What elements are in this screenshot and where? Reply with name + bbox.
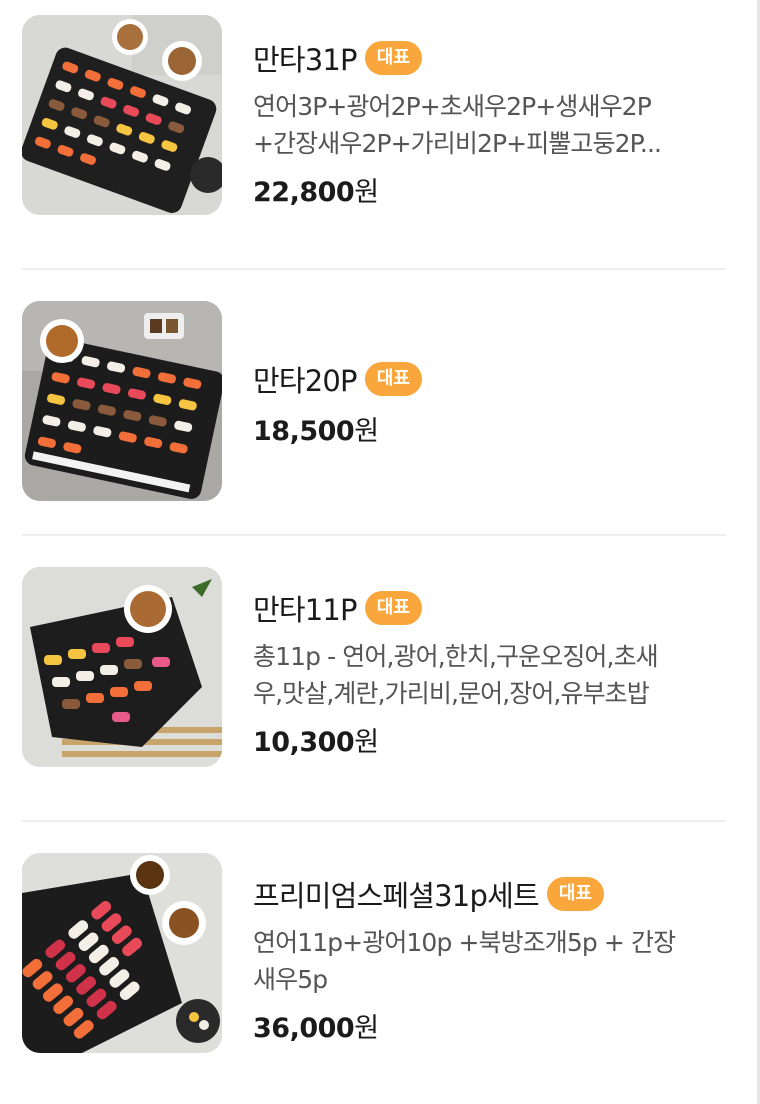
price-unit: 원 — [354, 416, 379, 447]
price-value: 10,300 — [253, 727, 355, 758]
food-image — [22, 15, 222, 215]
menu-info: 만타11P 대표 총11p - 연어,광어,한치,구운오징어,초새 우,맛살,계… — [253, 588, 723, 759]
price-unit: 원 — [354, 1013, 379, 1044]
food-image — [22, 567, 222, 767]
menu-item-price: 18,500원 — [253, 409, 723, 448]
description-line: 새우5p — [253, 965, 328, 994]
price-value: 36,000 — [253, 1013, 355, 1044]
price-value: 22,800 — [253, 177, 355, 208]
food-image — [22, 301, 222, 501]
description-line: 연어11p+광어10p +북방조개5p + 간장 — [253, 928, 676, 957]
description-line: +간장새우2P+가리비2P+피뿔고둥2P... — [253, 129, 662, 158]
menu-item-description: 연어11p+광어10p +북방조개5p + 간장 새우5p — [253, 924, 723, 998]
menu-item[interactable]: 프리미엄스페셜31p세트 대표 연어11p+광어10p +북방조개5p + 간장… — [22, 822, 726, 1104]
signature-badge: 대표 — [364, 362, 422, 396]
menu-item-price: 10,300원 — [253, 720, 723, 759]
menu-info: 프리미엄스페셜31p세트 대표 연어11p+광어10p +북방조개5p + 간장… — [253, 874, 723, 1045]
price-unit: 원 — [354, 727, 379, 758]
menu-item-name: 만타20P — [253, 364, 358, 398]
menu-item-name: 프리미엄스페셜31p세트 — [253, 879, 540, 913]
signature-badge: 대표 — [364, 591, 422, 625]
food-image — [22, 853, 222, 1053]
title-row: 만타31P 대표 — [253, 38, 723, 78]
description-line: 총11p - 연어,광어,한치,구운오징어,초새 — [253, 642, 659, 671]
description-line: 우,맛살,계란,가리비,문어,장어,유부초밥 — [253, 679, 650, 708]
menu-page: 만타31P 대표 연어3P+광어2P+초새우2P+생새우2P +간장새우2P+가… — [0, 0, 760, 1104]
menu-item-price: 22,800원 — [253, 170, 723, 209]
description-line: 연어3P+광어2P+초새우2P+생새우2P — [253, 92, 652, 121]
price-value: 18,500 — [253, 416, 355, 447]
signature-badge: 대표 — [364, 41, 422, 75]
price-unit: 원 — [354, 177, 379, 208]
menu-item-description: 총11p - 연어,광어,한치,구운오징어,초새 우,맛살,계란,가리비,문어,… — [253, 638, 723, 712]
menu-item[interactable]: 만타20P 대표 18,500원 — [22, 270, 726, 536]
menu-item[interactable]: 만타31P 대표 연어3P+광어2P+초새우2P+생새우2P +간장새우2P+가… — [22, 0, 726, 270]
menu-item-description: 연어3P+광어2P+초새우2P+생새우2P +간장새우2P+가리비2P+피뿔고둥… — [253, 88, 723, 162]
title-row: 프리미엄스페셜31p세트 대표 — [253, 874, 723, 914]
signature-badge: 대표 — [546, 877, 604, 911]
title-row: 만타11P 대표 — [253, 588, 723, 628]
menu-item-price: 36,000원 — [253, 1006, 723, 1045]
menu-info: 만타31P 대표 연어3P+광어2P+초새우2P+생새우2P +간장새우2P+가… — [253, 38, 723, 209]
menu-item-name: 만타31P — [253, 43, 358, 77]
menu-info: 만타20P 대표 18,500원 — [253, 359, 723, 448]
menu-item-name: 만타11P — [253, 593, 358, 627]
title-row: 만타20P 대표 — [253, 359, 723, 399]
menu-item[interactable]: 만타11P 대표 총11p - 연어,광어,한치,구운오징어,초새 우,맛살,계… — [22, 536, 726, 822]
